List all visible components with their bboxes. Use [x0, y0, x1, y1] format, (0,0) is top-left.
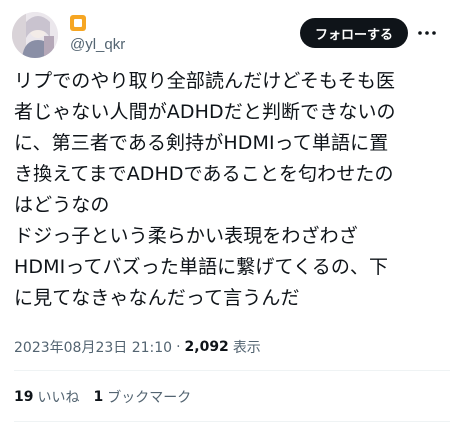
tweet-text-line: ドジっ子という柔らかい表現をわざわざ [14, 225, 358, 247]
views-label: 表示 [232, 340, 261, 356]
user-handle[interactable]: @yl_qkr [70, 36, 125, 53]
avatar[interactable] [12, 12, 58, 58]
tweet-text-line: き換えてまでADHDであることを匂わせたの [14, 163, 394, 185]
likes-label: いいね [37, 390, 80, 406]
tweet-text-line: に見てなきゃなんだって言うんだ [14, 287, 300, 309]
tweet-text-line: HDMIってバズった単語に繋げてくるの、下 [14, 256, 389, 278]
likes-stat[interactable]: 19 いいね [14, 387, 79, 407]
tweet-text-line: 者じゃない人間がADHDだと判断できないの [14, 101, 396, 123]
follow-button[interactable]: フォローする [299, 18, 408, 48]
avatar-image [12, 12, 58, 58]
profile-badge-icon [70, 15, 86, 31]
tweet-meta: 2023年08月23日 21:10 · 2,092 表示 [14, 335, 261, 359]
views-count: 2,092 [184, 339, 229, 355]
tweet-text-line: リプでのやり取り全部読んだけどそもそも医 [14, 70, 396, 92]
display-name[interactable] [70, 12, 125, 34]
divider [14, 370, 450, 371]
bookmarks-label: ブックマーク [107, 390, 192, 406]
author-info: @yl_qkr [70, 12, 125, 53]
tweet-text: リプでのやり取り全部読んだけどそもそも医 者じゃない人間がADHDだと判断できな… [14, 66, 438, 314]
meta-separator: · [176, 339, 181, 355]
bookmarks-count: 1 [93, 389, 104, 405]
bookmarks-stat[interactable]: 1 ブックマーク [93, 387, 191, 407]
engagement-stats: 19 いいね 1 ブックマーク [14, 385, 205, 409]
tweet-text-line: に、第三者である剣持がHDMIって単語に置 [14, 132, 389, 154]
tweet-header: @yl_qkr フォローする [12, 12, 438, 62]
tweet-timestamp[interactable]: 2023年08月23日 21:10 [14, 337, 172, 357]
more-options-icon[interactable] [416, 22, 438, 44]
likes-count: 19 [14, 389, 34, 405]
tweet-text-line: はどうなの [14, 194, 110, 216]
tweet-card: @yl_qkr フォローする リプでのやり取り全部読んだけどそもそも医 者じゃな… [0, 0, 450, 422]
